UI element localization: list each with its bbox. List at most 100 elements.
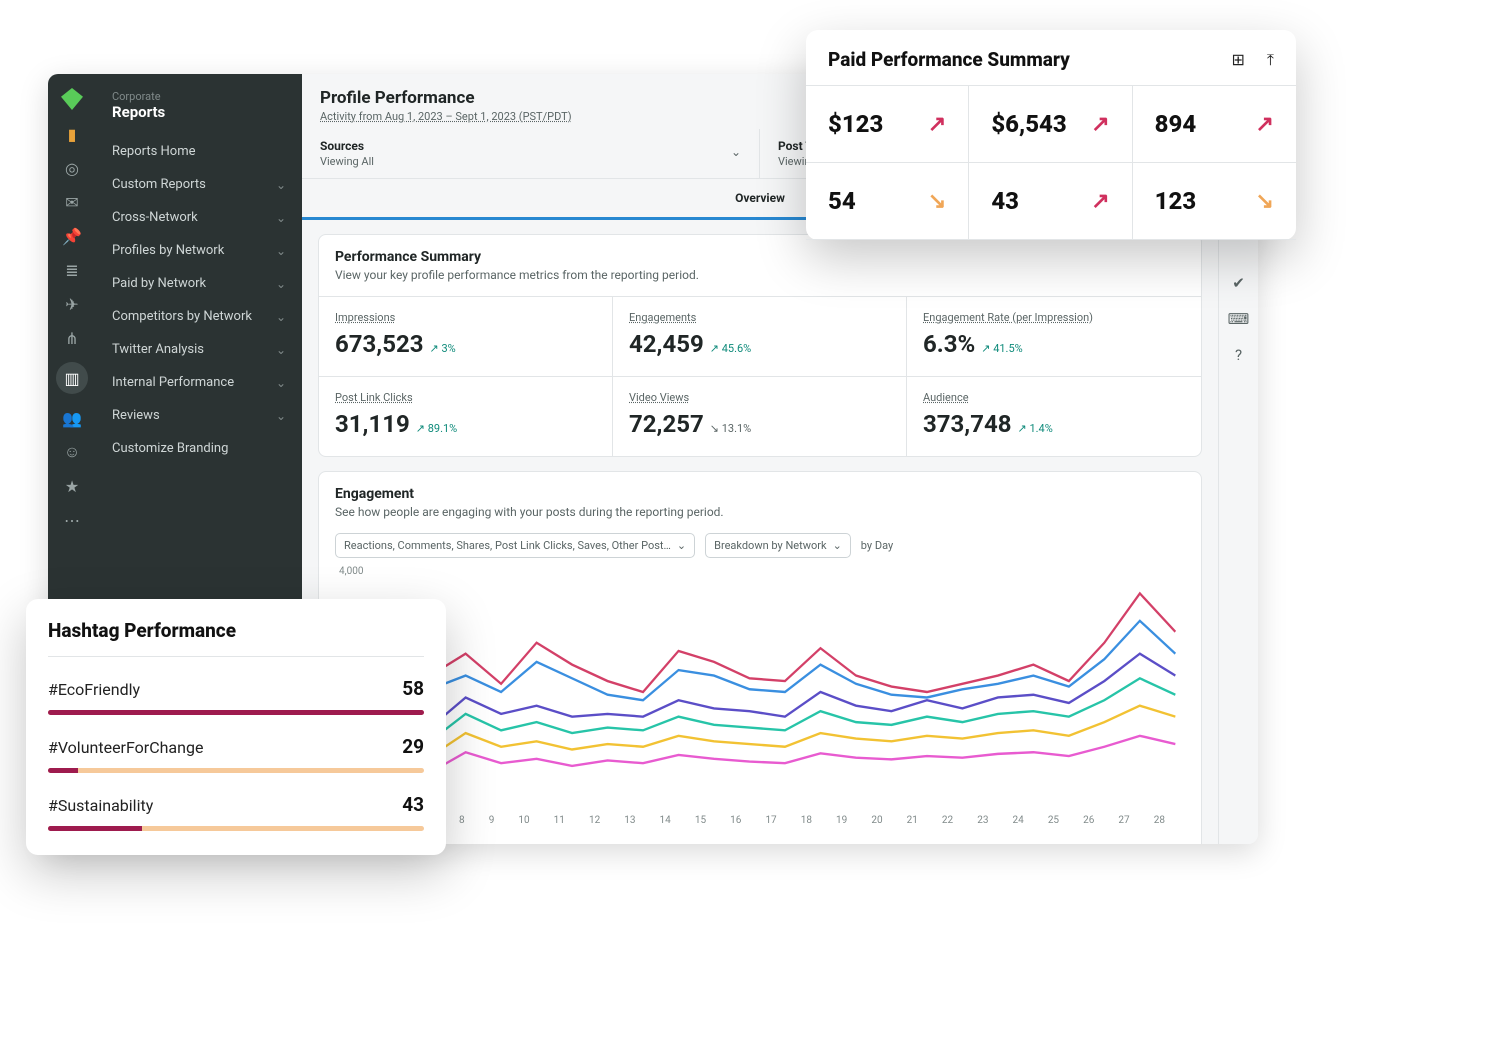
hashtag-bar <box>48 710 424 715</box>
arrow-up-icon: ↗ <box>1091 112 1109 137</box>
metric-delta: ↗ 89.1% <box>416 422 457 435</box>
logo-icon <box>61 88 83 110</box>
compass-icon[interactable]: ◎ <box>62 158 82 178</box>
sidebar-item[interactable]: Reports Home <box>96 135 302 168</box>
star-icon[interactable]: ★ <box>62 476 82 496</box>
sidebar-item[interactable]: Competitors by Network⌄ <box>96 300 302 333</box>
chevron-down-icon: ⌄ <box>276 178 286 192</box>
sources-filter[interactable]: ⌄ Sources Viewing All <box>302 129 760 178</box>
x-tick: 9 <box>489 815 495 826</box>
arrow-down-icon: ↘ <box>928 189 946 214</box>
folder-icon[interactable]: ▮ <box>62 124 82 144</box>
metric-cell: Engagement Rate (per Impression)6.3%↗ 41… <box>907 296 1201 376</box>
paid-cell: 54↘ <box>806 163 969 240</box>
x-tick: 15 <box>695 815 706 826</box>
paid-value: 123 <box>1155 187 1197 215</box>
sidebar-item[interactable]: Twitter Analysis⌄ <box>96 333 302 366</box>
sidebar-item[interactable]: Customize Branding <box>96 432 302 465</box>
check-icon[interactable]: ✔ <box>1232 274 1245 292</box>
metric-delta: ↗ 45.6% <box>710 342 751 355</box>
sidebar-item[interactable]: Paid by Network⌄ <box>96 267 302 300</box>
chart-series-line <box>359 736 1175 773</box>
x-tick: 16 <box>730 815 741 826</box>
upload-icon[interactable]: ⤒ <box>1267 50 1274 70</box>
sidebar-item[interactable]: Cross-Network⌄ <box>96 201 302 234</box>
x-tick: 13 <box>624 815 635 826</box>
x-tick: 28 <box>1154 815 1165 826</box>
x-tick: 19 <box>836 815 847 826</box>
users-icon[interactable]: 👥 <box>62 408 82 428</box>
hashtag-value: 29 <box>402 735 424 758</box>
chevron-down-icon: ⌄ <box>276 244 286 258</box>
hashtag-name: #EcoFriendly <box>48 680 140 699</box>
keyboard-icon[interactable]: ⌨ <box>1228 310 1250 328</box>
list-icon[interactable]: ≣ <box>62 260 82 280</box>
metric-cell: Impressions673,523↗ 3% <box>319 296 613 376</box>
chevron-down-icon: ⌄ <box>276 343 286 357</box>
sidebar-item[interactable]: Custom Reports⌄ <box>96 168 302 201</box>
chart-icon[interactable]: ▥ <box>56 362 88 394</box>
sidebar-item[interactable]: Reviews⌄ <box>96 399 302 432</box>
metric-cell: Engagements 42,459 ↗ 45.6% <box>613 296 907 376</box>
hashtag-bar-fill <box>48 826 142 831</box>
sources-label: Sources <box>320 139 741 153</box>
metric-label: Video Views <box>629 391 890 404</box>
chevron-down-icon: ⌄ <box>276 277 286 291</box>
sidebar-item[interactable]: Internal Performance⌄ <box>96 366 302 399</box>
more-icon[interactable]: ⋯ <box>62 510 82 530</box>
metric-cell: Video Views72,257↘ 13.1% <box>613 376 907 456</box>
x-tick: 22 <box>942 815 953 826</box>
paid-value: $123 <box>828 110 883 138</box>
metric-cell: Audience373,748↗ 1.4% <box>907 376 1201 456</box>
sidebar-item[interactable]: Profiles by Network⌄ <box>96 234 302 267</box>
chevron-down-icon: ⌄ <box>276 310 286 324</box>
breakdown-dropdown[interactable]: Breakdown by Network ⌄ <box>705 533 851 558</box>
paid-performance-card: Paid Performance Summary ⊞ ⤒ $123 ↗$6,543… <box>806 30 1296 240</box>
y-max-label: 4,000 <box>335 566 1185 577</box>
paid-cell: 894↗ <box>1133 86 1296 163</box>
inbox-icon[interactable]: ✉ <box>62 192 82 212</box>
metric-label: Audience <box>923 391 1185 404</box>
metric-label: Impressions <box>335 311 596 324</box>
send-icon[interactable]: ✈ <box>62 294 82 314</box>
engagement-chart: 4,000 5678910111213141516171819202122232… <box>319 566 1201 844</box>
metric-cell: Post Link Clicks31,119↗ 89.1% <box>319 376 613 456</box>
help-icon[interactable]: ? <box>1235 346 1242 364</box>
eng-title: Engagement <box>335 486 1185 502</box>
metric-value: 42,459 <box>629 330 704 358</box>
paid-cell: $6,543↗ <box>969 86 1132 163</box>
chevron-down-icon: ⌄ <box>276 211 286 225</box>
chart-series-line <box>359 678 1175 741</box>
byday-label: by Day <box>861 539 893 552</box>
x-tick: 20 <box>871 815 882 826</box>
bot-icon[interactable]: ☺ <box>62 442 82 462</box>
x-tick: 12 <box>589 815 600 826</box>
metrics-dropdown[interactable]: Reactions, Comments, Shares, Post Link C… <box>335 533 695 558</box>
metric-label: Engagements <box>629 311 890 324</box>
chevron-down-icon: ⌄ <box>276 376 286 390</box>
grid-icon[interactable]: ⊞ <box>1232 50 1245 70</box>
hashtag-name: #VolunteerForChange <box>48 738 203 757</box>
chart-series-line <box>359 621 1175 703</box>
pin-icon[interactable]: 📌 <box>62 226 82 246</box>
x-tick: 25 <box>1048 815 1059 826</box>
x-tick: 8 <box>459 815 465 826</box>
hashtag-row: #Sustainability43 <box>48 773 424 831</box>
x-tick: 14 <box>660 815 671 826</box>
chart-series-line <box>359 593 1175 692</box>
x-tick: 24 <box>1013 815 1024 826</box>
metric-label: Engagement Rate (per Impression) <box>923 311 1185 324</box>
x-tick: 18 <box>801 815 812 826</box>
x-tick: 17 <box>765 815 776 826</box>
pulse-icon[interactable]: ⋔ <box>62 328 82 348</box>
chevron-down-icon: ⌄ <box>731 145 741 159</box>
metric-value: 373,748 <box>923 410 1012 438</box>
x-tick: 10 <box>518 815 529 826</box>
eng-subtitle: See how people are engaging with your po… <box>335 505 1185 519</box>
paid-title: Paid Performance Summary <box>828 48 1070 71</box>
sources-value: Viewing All <box>320 155 741 168</box>
hashtag-bar <box>48 826 424 831</box>
metric-value: 6.3% <box>923 330 975 358</box>
metric-label: Post Link Clicks <box>335 391 596 404</box>
org-title: Reports <box>112 103 286 121</box>
